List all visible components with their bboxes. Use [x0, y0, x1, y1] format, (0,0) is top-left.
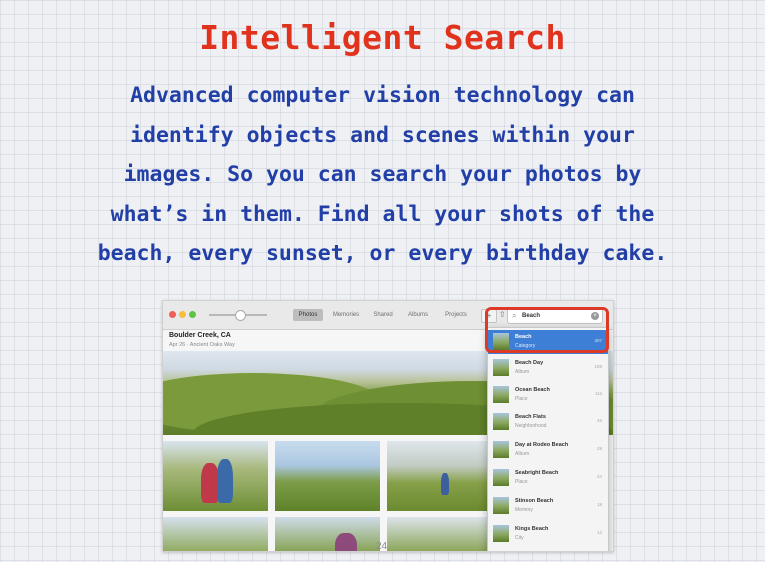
page-number: 24	[376, 541, 388, 552]
close-window-button[interactable]	[169, 311, 176, 318]
result-name: Ocean Beach	[515, 387, 550, 393]
body-line: what’s in them. Find all your shots of t…	[110, 201, 655, 227]
photo-thumbnail[interactable]	[163, 441, 268, 511]
search-result-item[interactable]: Ocean Beach Place 112	[488, 383, 608, 407]
result-thumbnail	[493, 497, 509, 514]
result-thumbnail	[493, 525, 509, 542]
tab-projects[interactable]: Projects	[439, 309, 473, 321]
photo-thumbnail[interactable]	[275, 517, 380, 551]
photo-thumbnail[interactable]	[387, 441, 492, 511]
minimize-window-button[interactable]	[179, 311, 186, 318]
person-shape	[217, 459, 233, 503]
result-name: Beach Day	[515, 360, 544, 366]
result-type: Place	[515, 479, 528, 485]
result-thumbnail	[493, 441, 509, 458]
result-count: 28	[596, 446, 602, 451]
result-name: Beach Flats	[515, 414, 546, 420]
result-type: Memory	[515, 507, 534, 513]
result-type: Neighborhood	[515, 423, 547, 429]
result-type: Album	[515, 451, 530, 457]
search-result-item[interactable]: Kings Beach City 12	[488, 522, 608, 546]
search-results-dropdown: Beach Category 307 Beach Day Album 189 O…	[487, 327, 609, 551]
result-count: 18	[596, 502, 602, 507]
tab-shared[interactable]: Shared	[368, 309, 398, 321]
result-name: Stinson Beach	[515, 498, 554, 504]
result-count: 24	[596, 474, 602, 479]
person-shape	[335, 533, 357, 551]
result-type: City	[515, 535, 524, 541]
slide-body: Advanced computer vision technology can …	[6, 76, 759, 274]
result-thumbnail	[493, 413, 509, 430]
location-subtitle: Apr 26 · Ancient Oaks Way	[169, 342, 235, 348]
slide-title: Intelligent Search	[199, 18, 566, 57]
tab-memories[interactable]: Memories	[328, 309, 364, 321]
zoom-window-button[interactable]	[189, 311, 196, 318]
search-result-item[interactable]: Day at Rodeo Beach Album 28	[488, 438, 608, 462]
search-result-item[interactable]: Beach Flats Neighborhood 46	[488, 410, 608, 434]
result-type: Place	[515, 396, 528, 402]
result-count: 46	[596, 418, 602, 423]
body-line: Advanced computer vision technology can	[130, 83, 635, 108]
search-highlight-frame	[485, 307, 609, 353]
body-line: beach, every sunset, or every birthday c…	[97, 241, 668, 266]
result-thumbnail	[493, 386, 509, 403]
tab-photos[interactable]: Photos	[293, 309, 323, 321]
result-count: 112	[594, 391, 602, 396]
tab-albums[interactable]: Albums	[403, 309, 433, 321]
result-thumbnail	[493, 359, 509, 376]
search-result-item[interactable]: Beach Day Album 189	[488, 356, 608, 380]
zoom-slider-knob[interactable]	[235, 310, 246, 321]
search-result-item[interactable]: Seabright Beach Place 24	[488, 466, 608, 490]
result-thumbnail	[493, 469, 509, 486]
result-name: Kings Beach	[515, 526, 549, 532]
photo-thumbnail[interactable]	[163, 517, 268, 551]
search-result-item[interactable]: Stinson Beach Memory 18	[488, 494, 608, 518]
body-line: identify objects and scenes within your	[130, 122, 635, 148]
result-count: 12	[596, 530, 602, 535]
result-name: Day at Rodeo Beach	[515, 442, 569, 448]
location-title: Boulder Creek, CA	[169, 332, 231, 339]
photo-thumbnail[interactable]	[387, 517, 492, 551]
person-shape	[441, 473, 449, 495]
result-type: Album	[515, 369, 530, 375]
result-name: Seabright Beach	[515, 470, 559, 476]
photo-thumbnail[interactable]	[275, 441, 380, 511]
body-line: images. So you can search your photos by	[123, 162, 642, 187]
result-count: 189	[594, 364, 602, 369]
